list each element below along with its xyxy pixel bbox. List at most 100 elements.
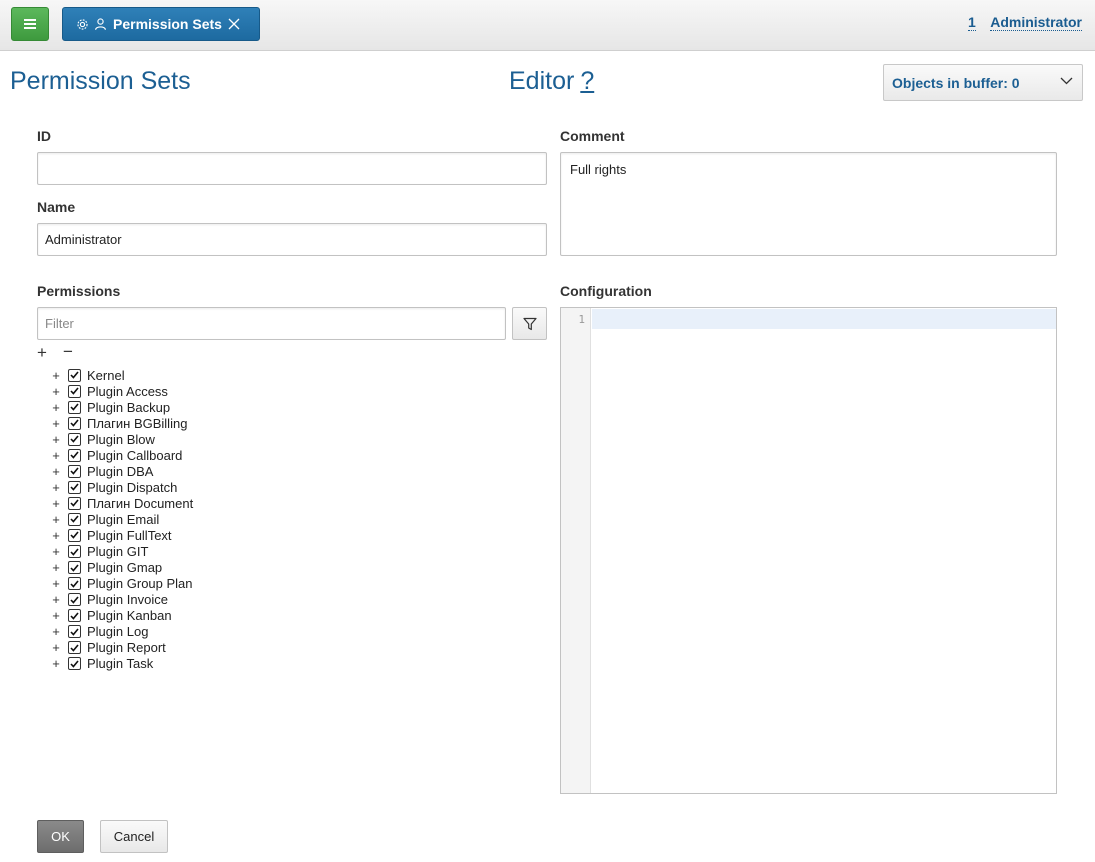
expand-node-button[interactable]: + [50, 432, 62, 447]
comment-textarea[interactable]: Full rights [560, 152, 1057, 256]
id-label: ID [37, 128, 51, 144]
tree-item-label: Plugin Log [87, 624, 149, 640]
check-icon [70, 628, 79, 636]
tree-item-label: Plugin Callboard [87, 447, 183, 463]
tree-item: + Plugin DBA [50, 463, 193, 479]
expand-node-button[interactable]: + [50, 512, 62, 527]
filter-icon [522, 317, 537, 330]
check-icon [70, 371, 79, 379]
permissions-filter-input[interactable] [37, 307, 506, 340]
expand-node-button[interactable]: + [50, 400, 62, 415]
help-link[interactable]: ? [580, 67, 594, 95]
tree-item-label: Plugin Task [87, 656, 154, 672]
tree-item-label: Plugin Kanban [87, 608, 172, 624]
permission-checkbox[interactable] [68, 384, 81, 398]
expand-node-button[interactable]: + [50, 368, 62, 383]
user-icon [95, 18, 106, 30]
check-icon [70, 660, 79, 668]
check-icon [70, 564, 79, 572]
expand-node-button[interactable]: + [50, 640, 62, 655]
expand-all-button[interactable]: + [37, 343, 47, 363]
permission-checkbox[interactable] [68, 609, 81, 623]
tree-item-label: Plugin Report [87, 640, 166, 656]
expand-node-button[interactable]: + [50, 592, 62, 607]
expand-node-button[interactable]: + [50, 624, 62, 639]
check-icon [70, 499, 79, 508]
expand-node-button[interactable]: + [50, 576, 62, 591]
tree-item: + Plugin Callboard [50, 447, 193, 463]
permission-checkbox[interactable] [68, 593, 81, 607]
name-input[interactable] [37, 223, 547, 256]
expand-node-button[interactable]: + [50, 608, 62, 623]
tree-item: + Kernel [50, 367, 193, 383]
tree-item-label: Plugin Email [87, 511, 160, 527]
configuration-editor[interactable]: 1 [560, 307, 1057, 794]
expand-node-button[interactable]: + [50, 480, 62, 495]
collapse-all-button[interactable]: − [63, 342, 73, 362]
permission-checkbox[interactable] [68, 625, 81, 639]
tree-item: + Plugin Group Plan [50, 576, 193, 592]
check-icon [70, 403, 79, 411]
buffer-label: Objects in buffer: 0 [892, 74, 1020, 91]
tree-item: + Plugin Report [50, 640, 193, 656]
permission-checkbox[interactable] [68, 480, 81, 494]
line-number: 1 [578, 313, 585, 326]
expand-node-button[interactable]: + [50, 448, 62, 463]
expand-node-button[interactable]: + [50, 656, 62, 671]
check-icon [70, 612, 79, 620]
expand-node-button[interactable]: + [50, 544, 62, 559]
permission-checkbox[interactable] [68, 368, 81, 382]
permission-checkbox[interactable] [68, 545, 81, 559]
permission-checkbox[interactable] [68, 657, 81, 671]
page-title: Permission Sets [10, 67, 191, 95]
check-icon [70, 548, 79, 556]
id-input[interactable] [37, 152, 547, 185]
user-count[interactable]: 1 [968, 14, 976, 31]
cancel-button[interactable]: Cancel [100, 820, 168, 853]
permission-checkbox[interactable] [68, 448, 81, 462]
permission-checkbox[interactable] [68, 400, 81, 414]
tree-item: + Plugin Kanban [50, 608, 193, 624]
permission-checkbox[interactable] [68, 512, 81, 526]
filter-button[interactable] [512, 307, 547, 340]
permission-checkbox[interactable] [68, 577, 81, 591]
name-label: Name [37, 199, 76, 215]
tree-item: + Plugin Invoice [50, 592, 193, 608]
close-icon[interactable] [228, 18, 240, 30]
tree-item: + Plugin Email [50, 511, 193, 527]
user-name[interactable]: Administrator [990, 14, 1082, 31]
tree-item-label: Plugin Gmap [87, 560, 163, 576]
check-icon [70, 644, 79, 652]
expand-node-button[interactable]: + [50, 528, 62, 543]
permission-checkbox[interactable] [68, 561, 81, 575]
check-icon [70, 467, 79, 475]
tree-item-label: Plugin Backup [87, 399, 171, 415]
check-icon [70, 515, 79, 524]
tree-item-label: Plugin Blow [87, 431, 155, 447]
ok-button[interactable]: OK [37, 820, 84, 853]
permissions-label: Permissions [37, 283, 121, 299]
check-icon [70, 531, 79, 540]
permission-checkbox[interactable] [68, 496, 81, 510]
expand-node-button[interactable]: + [50, 496, 62, 511]
top-bar: Permission Sets 1 Administrator [0, 0, 1095, 51]
permission-checkbox[interactable] [68, 432, 81, 446]
line-number-gutter: 1 [561, 308, 591, 793]
objects-buffer-dropdown[interactable]: Objects in buffer: 0 [883, 64, 1083, 101]
expand-node-button[interactable]: + [50, 384, 62, 399]
permission-checkbox[interactable] [68, 464, 81, 478]
tree-item: + Plugin Blow [50, 431, 193, 447]
check-icon [70, 483, 79, 492]
comment-label: Comment [560, 128, 625, 144]
tab-permission-sets[interactable]: Permission Sets [62, 7, 260, 41]
permission-checkbox[interactable] [68, 641, 81, 655]
tree-item: + Plugin Task [50, 656, 193, 672]
permission-checkbox[interactable] [68, 528, 81, 542]
check-icon [70, 596, 79, 604]
expand-node-button[interactable]: + [50, 416, 62, 431]
tree-item: + Плагин Document [50, 495, 193, 511]
expand-node-button[interactable]: + [50, 560, 62, 575]
permission-checkbox[interactable] [68, 416, 81, 430]
main-menu-button[interactable] [11, 7, 49, 41]
expand-node-button[interactable]: + [50, 464, 62, 479]
